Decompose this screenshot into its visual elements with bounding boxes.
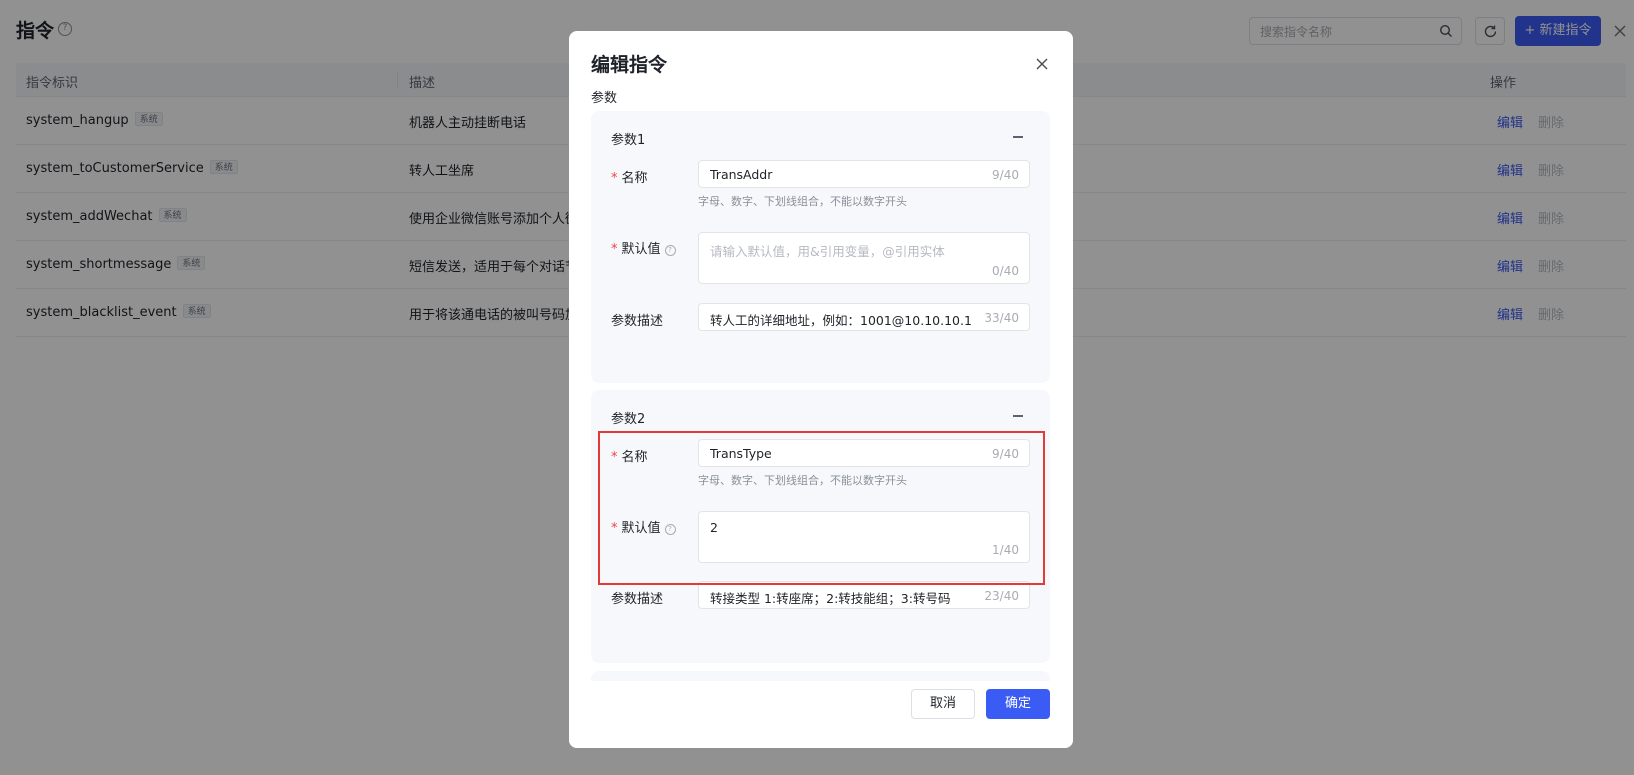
description-label: 参数描述 <box>611 592 664 607</box>
param-card-3 <box>591 671 1050 681</box>
name-hint: 字母、数字、下划线组合，不能以数字开头 <box>698 195 907 208</box>
description-label: 参数描述 <box>611 314 664 329</box>
param-title: 参数2 <box>611 412 646 427</box>
collapse-icon[interactable] <box>1013 415 1023 417</box>
close-icon[interactable] <box>1035 57 1049 71</box>
description-input[interactable]: 转人工的详细地址，例如：1001@10.10.10.10:5 33/40 <box>698 303 1030 331</box>
param-card-1: 参数1 * 名称 TransAddr 9/40 字母、数字、下划线组合，不能以数字… <box>591 111 1050 383</box>
description-value: 转人工的详细地址，例如：1001@10.10.10.10:5 <box>710 313 972 328</box>
default-value-textarea[interactable]: 请输入默认值，用&引用变量，@引用实体 0/40 <box>698 232 1030 284</box>
default-label: * 默认值? <box>611 238 676 257</box>
name-label: * 名称 <box>611 171 648 186</box>
confirm-button[interactable]: 确定 <box>986 689 1050 719</box>
char-count: 9/40 <box>992 168 1019 182</box>
char-count: 0/40 <box>992 264 1019 278</box>
cancel-button[interactable]: 取消 <box>911 689 975 719</box>
name-input[interactable]: TransAddr 9/40 <box>698 160 1030 188</box>
params-section-label: 参数 <box>591 91 618 106</box>
help-icon[interactable]: ? <box>664 245 676 256</box>
collapse-icon[interactable] <box>1013 136 1023 138</box>
dialog-title: 编辑指令 <box>591 54 668 76</box>
char-count: 33/40 <box>984 311 1019 325</box>
char-count: 23/40 <box>984 589 1019 603</box>
name-value: TransAddr <box>710 167 773 182</box>
description-value: 转接类型 1:转座席；2:转技能组；3:转号码 <box>710 591 951 606</box>
description-input[interactable]: 转接类型 1:转座席；2:转技能组；3:转号码 23/40 <box>698 581 1030 609</box>
param-title: 参数1 <box>611 133 646 148</box>
edit-command-dialog: 编辑指令 参数 参数1 * 名称 TransAddr 9/40 字母、数字、下划线… <box>569 31 1073 748</box>
default-placeholder: 请输入默认值，用&引用变量，@引用实体 <box>710 244 945 259</box>
highlight-annotation <box>598 431 1045 585</box>
dialog-footer: 取消 确定 <box>569 687 1073 748</box>
